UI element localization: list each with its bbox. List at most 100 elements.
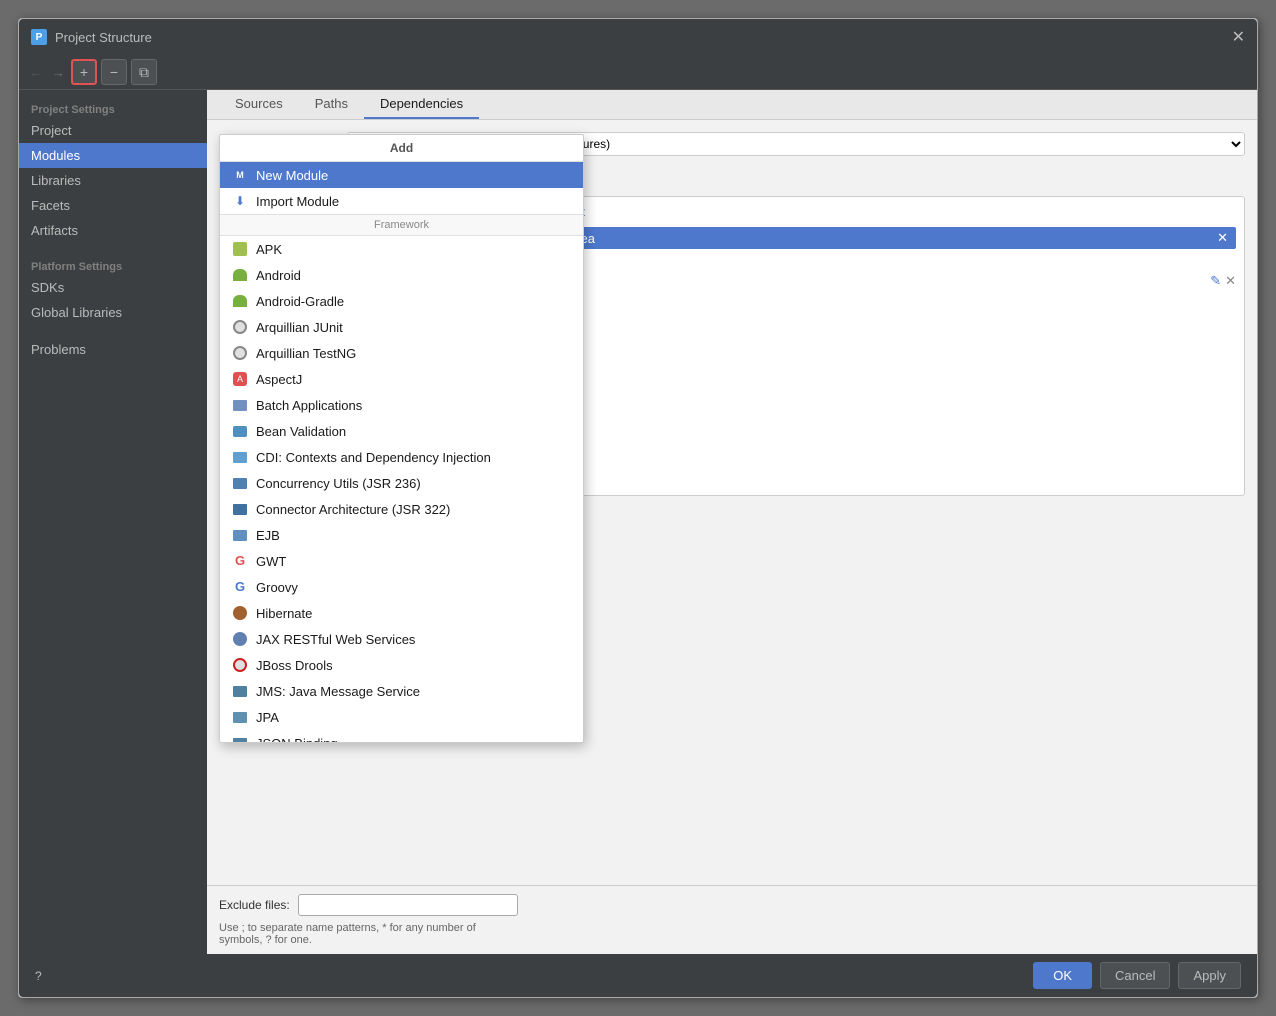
bean-icon <box>232 423 248 439</box>
close-button[interactable]: ✕ <box>1232 27 1245 47</box>
dialog-footer: ? OK Cancel Apply <box>19 954 1257 997</box>
framework-jboss[interactable]: JBoss Drools <box>220 652 583 678</box>
batch-label: Batch Applications <box>256 398 362 413</box>
framework-label: Framework <box>220 214 583 236</box>
framework-jax[interactable]: JAX RESTful Web Services <box>220 626 583 652</box>
new-module-item[interactable]: M New Module <box>220 162 583 188</box>
arquillian-testng-icon <box>232 345 248 361</box>
framework-gwt[interactable]: G GWT <box>220 548 583 574</box>
dropdown-scroll[interactable]: M New Module ⬇ Import Module Framework <box>220 162 583 742</box>
import-module-label: Import Module <box>256 194 339 209</box>
framework-arquillian-junit[interactable]: Arquillian JUnit <box>220 314 583 340</box>
ejb-label: EJB <box>256 528 280 543</box>
cdi-icon <box>232 449 248 465</box>
apply-button[interactable]: Apply <box>1178 962 1241 989</box>
ok-button[interactable]: OK <box>1033 962 1092 989</box>
nav-arrows: ← → <box>27 64 67 80</box>
framework-json-binding[interactable]: JSON Binding <box>220 730 583 742</box>
connector-icon <box>232 501 248 517</box>
sidebar: Project Settings Project Modules Librari… <box>19 90 207 954</box>
sidebar-spacer2 <box>19 325 207 337</box>
framework-hibernate[interactable]: Hibernate <box>220 600 583 626</box>
jms-label: JMS: Java Message Service <box>256 684 420 699</box>
sidebar-item-global-libraries[interactable]: Global Libraries <box>19 300 207 325</box>
framework-android[interactable]: Android <box>220 262 583 288</box>
jpa-icon <box>232 709 248 725</box>
path-item[interactable]: E:\Codes\test-idea ✕ <box>480 227 1236 249</box>
framework-arquillian-testng[interactable]: Arquillian TestNG <box>220 340 583 366</box>
framework-bean[interactable]: Bean Validation <box>220 418 583 444</box>
sidebar-item-libraries[interactable]: Libraries <box>19 168 207 193</box>
help-button[interactable]: ? <box>35 969 42 983</box>
sidebar-item-modules[interactable]: Modules <box>19 143 207 168</box>
aspectj-icon: A <box>232 371 248 387</box>
edit-src-button[interactable]: ✎ <box>1210 273 1221 289</box>
hint-text-1: Use ; to separate name patterns, * for a… <box>219 922 1245 934</box>
aspectj-label: AspectJ <box>256 372 302 387</box>
framework-concurrency[interactable]: Concurrency Utils (JSR 236) <box>220 470 583 496</box>
gwt-label: GWT <box>256 554 286 569</box>
tab-paths[interactable]: Paths <box>299 90 364 119</box>
app-icon: P <box>31 29 47 45</box>
framework-jpa[interactable]: JPA <box>220 704 583 730</box>
exclude-files-input[interactable] <box>298 894 518 916</box>
framework-jms[interactable]: JMS: Java Message Service <box>220 678 583 704</box>
platform-settings-label: Platform Settings <box>19 255 207 275</box>
sidebar-item-sdks[interactable]: SDKs <box>19 275 207 300</box>
content-area: Sources Paths Dependencies Module SDK: P… <box>207 90 1257 954</box>
framework-aspectj[interactable]: A AspectJ <box>220 366 583 392</box>
connector-label: Connector Architecture (JSR 322) <box>256 502 450 517</box>
sidebar-item-problems[interactable]: Problems <box>19 337 207 362</box>
remove-src-button[interactable]: ✕ <box>1225 273 1236 289</box>
forward-button[interactable]: → <box>49 64 67 80</box>
footer-buttons: OK Cancel Apply <box>1033 962 1241 989</box>
project-settings-label: Project Settings <box>19 98 207 118</box>
new-module-label: New Module <box>256 168 328 183</box>
framework-apk[interactable]: APK <box>220 236 583 262</box>
close-path-icon[interactable]: ✕ <box>1217 230 1228 246</box>
arquillian-junit-label: Arquillian JUnit <box>256 320 343 335</box>
framework-batch[interactable]: Batch Applications <box>220 392 583 418</box>
gwt-icon: G <box>232 553 248 569</box>
sidebar-artifacts-label: Artifacts <box>31 223 78 238</box>
sidebar-item-artifacts[interactable]: Artifacts <box>19 218 207 243</box>
sidebar-item-project[interactable]: Project <box>19 118 207 143</box>
jpa-label: JPA <box>256 710 279 725</box>
exclude-files-label: Exclude files: <box>219 898 290 912</box>
framework-ejb[interactable]: EJB <box>220 522 583 548</box>
hibernate-icon <box>232 605 248 621</box>
sidebar-spacer <box>19 243 207 255</box>
android-label: Android <box>256 268 301 283</box>
add-content-root-button[interactable]: + Add Content Root <box>480 205 1236 219</box>
title-bar: P Project Structure ✕ <box>19 19 1257 55</box>
sidebar-modules-label: Modules <box>31 148 80 163</box>
sidebar-problems-label: Problems <box>31 342 86 357</box>
cdi-label: CDI: Contexts and Dependency Injection <box>256 450 491 465</box>
tab-dependencies[interactable]: Dependencies <box>364 90 479 119</box>
jax-icon <box>232 631 248 647</box>
add-button[interactable]: + <box>71 59 97 85</box>
sidebar-project-label: Project <box>31 123 71 138</box>
hint-text-2: symbols, ? for one. <box>219 934 1245 946</box>
source-folders-section: Source Folders src ✎ ✕ <box>480 255 1236 289</box>
src-folder-text: src <box>496 274 1206 288</box>
remove-button[interactable]: − <box>101 59 127 85</box>
framework-cdi[interactable]: CDI: Contexts and Dependency Injection <box>220 444 583 470</box>
jms-icon <box>232 683 248 699</box>
sidebar-sdks-label: SDKs <box>31 280 64 295</box>
framework-android-gradle[interactable]: Android-Gradle <box>220 288 583 314</box>
cancel-button[interactable]: Cancel <box>1100 962 1170 989</box>
android-gradle-icon <box>232 293 248 309</box>
tab-sources[interactable]: Sources <box>219 90 299 119</box>
copy-button[interactable]: ⧉ <box>131 59 157 85</box>
sidebar-global-libraries-label: Global Libraries <box>31 305 122 320</box>
android-gradle-label: Android-Gradle <box>256 294 344 309</box>
framework-connector[interactable]: Connector Architecture (JSR 322) <box>220 496 583 522</box>
jboss-icon <box>232 657 248 673</box>
back-button[interactable]: ← <box>27 64 45 80</box>
sidebar-item-facets[interactable]: Facets <box>19 193 207 218</box>
import-module-item[interactable]: ⬇ Import Module <box>220 188 583 214</box>
framework-groovy[interactable]: G Groovy <box>220 574 583 600</box>
concurrency-icon <box>232 475 248 491</box>
dialog-title: Project Structure <box>55 30 152 45</box>
